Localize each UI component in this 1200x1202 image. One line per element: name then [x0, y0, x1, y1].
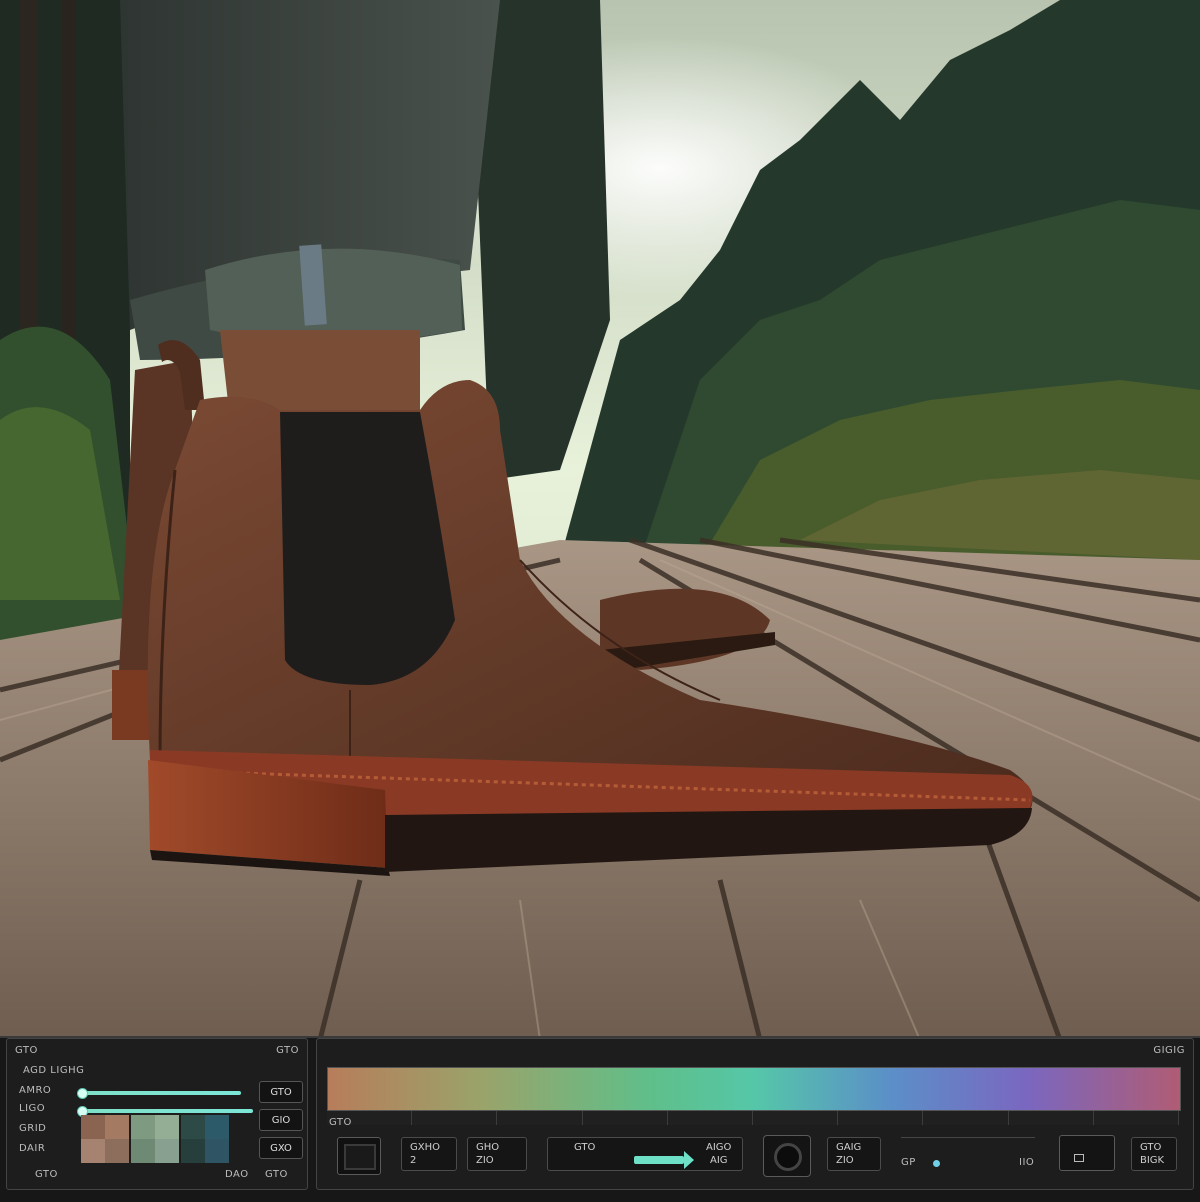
small-box-button[interactable] [1059, 1135, 1115, 1171]
slider-2-track[interactable] [81, 1109, 253, 1113]
control-1-value: 2 [410, 1155, 417, 1166]
hue-spectrum-bar[interactable] [327, 1067, 1181, 1111]
color-swatch[interactable] [81, 1139, 105, 1163]
footer-label-1: GTO [35, 1169, 58, 1180]
slider-1-knob[interactable] [77, 1088, 88, 1099]
swatch-row-label-1: GRID [19, 1123, 47, 1134]
box-icon [1074, 1154, 1084, 1162]
control-5-label: GAIG [836, 1142, 862, 1153]
control-2[interactable]: GHO ZIO [467, 1137, 527, 1171]
arrow-right-icon [634, 1156, 684, 1164]
color-swatch[interactable] [205, 1139, 229, 1163]
control-2-label: GHO [476, 1142, 500, 1153]
color-swatch[interactable] [181, 1115, 205, 1139]
color-preview-button[interactable] [337, 1137, 381, 1175]
panel-corner-value: GTO [276, 1045, 299, 1056]
lens-button[interactable] [763, 1135, 811, 1177]
photo-canvas [0, 0, 1200, 1040]
color-swatch[interactable] [131, 1139, 155, 1163]
range-max-label: IIO [1019, 1157, 1035, 1168]
slider-1-track[interactable] [81, 1091, 241, 1095]
control-8-label: GTO [1140, 1142, 1162, 1153]
slider-2-value[interactable]: GIO [259, 1109, 303, 1131]
panel-corner-label: GTO [15, 1045, 38, 1056]
swatch-value[interactable]: GXO [259, 1137, 303, 1159]
slider-label-1: AMRO [19, 1085, 52, 1096]
panel-header-value: GIGIG [1153, 1045, 1185, 1056]
control-5-value: ZIO [836, 1155, 854, 1166]
control-8-value: BIGK [1140, 1155, 1165, 1166]
direction-control-value-2: AIG [710, 1155, 728, 1166]
color-swatch-grid [81, 1115, 253, 1167]
editor-panel: GTO GTO AGD LIGHG AMRO GTO LIGO GIO GRID… [0, 1036, 1200, 1202]
control-8[interactable]: GTO BIGK [1131, 1137, 1177, 1171]
slider-1-value[interactable]: GTO [259, 1081, 303, 1103]
range-slider[interactable]: GP IIO [901, 1137, 1035, 1169]
swatch-row-label-2: DAIR [19, 1143, 46, 1154]
color-swatch[interactable] [205, 1115, 229, 1139]
direction-control[interactable]: GTO AIGO AIG [547, 1137, 743, 1171]
lens-icon [774, 1143, 802, 1171]
color-swatch[interactable] [105, 1115, 129, 1139]
color-swatch[interactable] [131, 1115, 155, 1139]
color-swatch[interactable] [81, 1115, 105, 1139]
direction-control-label: GTO [574, 1142, 596, 1153]
control-1-label: GXHO [410, 1142, 440, 1153]
control-1[interactable]: GXHO 2 [401, 1137, 457, 1171]
color-swatch[interactable] [181, 1139, 205, 1163]
control-5[interactable]: GAIG ZIO [827, 1137, 881, 1171]
footer-label-3: GTO [265, 1169, 288, 1180]
section-label: GTO [329, 1117, 352, 1128]
color-swatch[interactable] [155, 1115, 179, 1139]
color-swatch[interactable] [105, 1139, 129, 1163]
arrow-head-icon [684, 1151, 694, 1169]
panel-title: AGD LIGHG [23, 1065, 85, 1076]
range-min-label: GP [901, 1157, 916, 1168]
adjust-light-panel: GTO GTO AGD LIGHG AMRO GTO LIGO GIO GRID… [6, 1038, 308, 1190]
photo-boot-on-boardwalk [0, 0, 1200, 1040]
spectrum-ticks [327, 1111, 1180, 1125]
slider-label-2: LIGO [19, 1103, 46, 1114]
control-2-value: ZIO [476, 1155, 494, 1166]
footer-label-2: DAO [225, 1169, 249, 1180]
direction-control-value-1: AIGO [706, 1142, 732, 1153]
color-grading-panel: GIGIG GTO GXHO 2 GHO ZIO GTO AIGO AIG GA… [316, 1038, 1194, 1190]
range-knob[interactable] [933, 1160, 940, 1167]
color-swatch[interactable] [155, 1139, 179, 1163]
color-preview-icon [344, 1144, 376, 1170]
